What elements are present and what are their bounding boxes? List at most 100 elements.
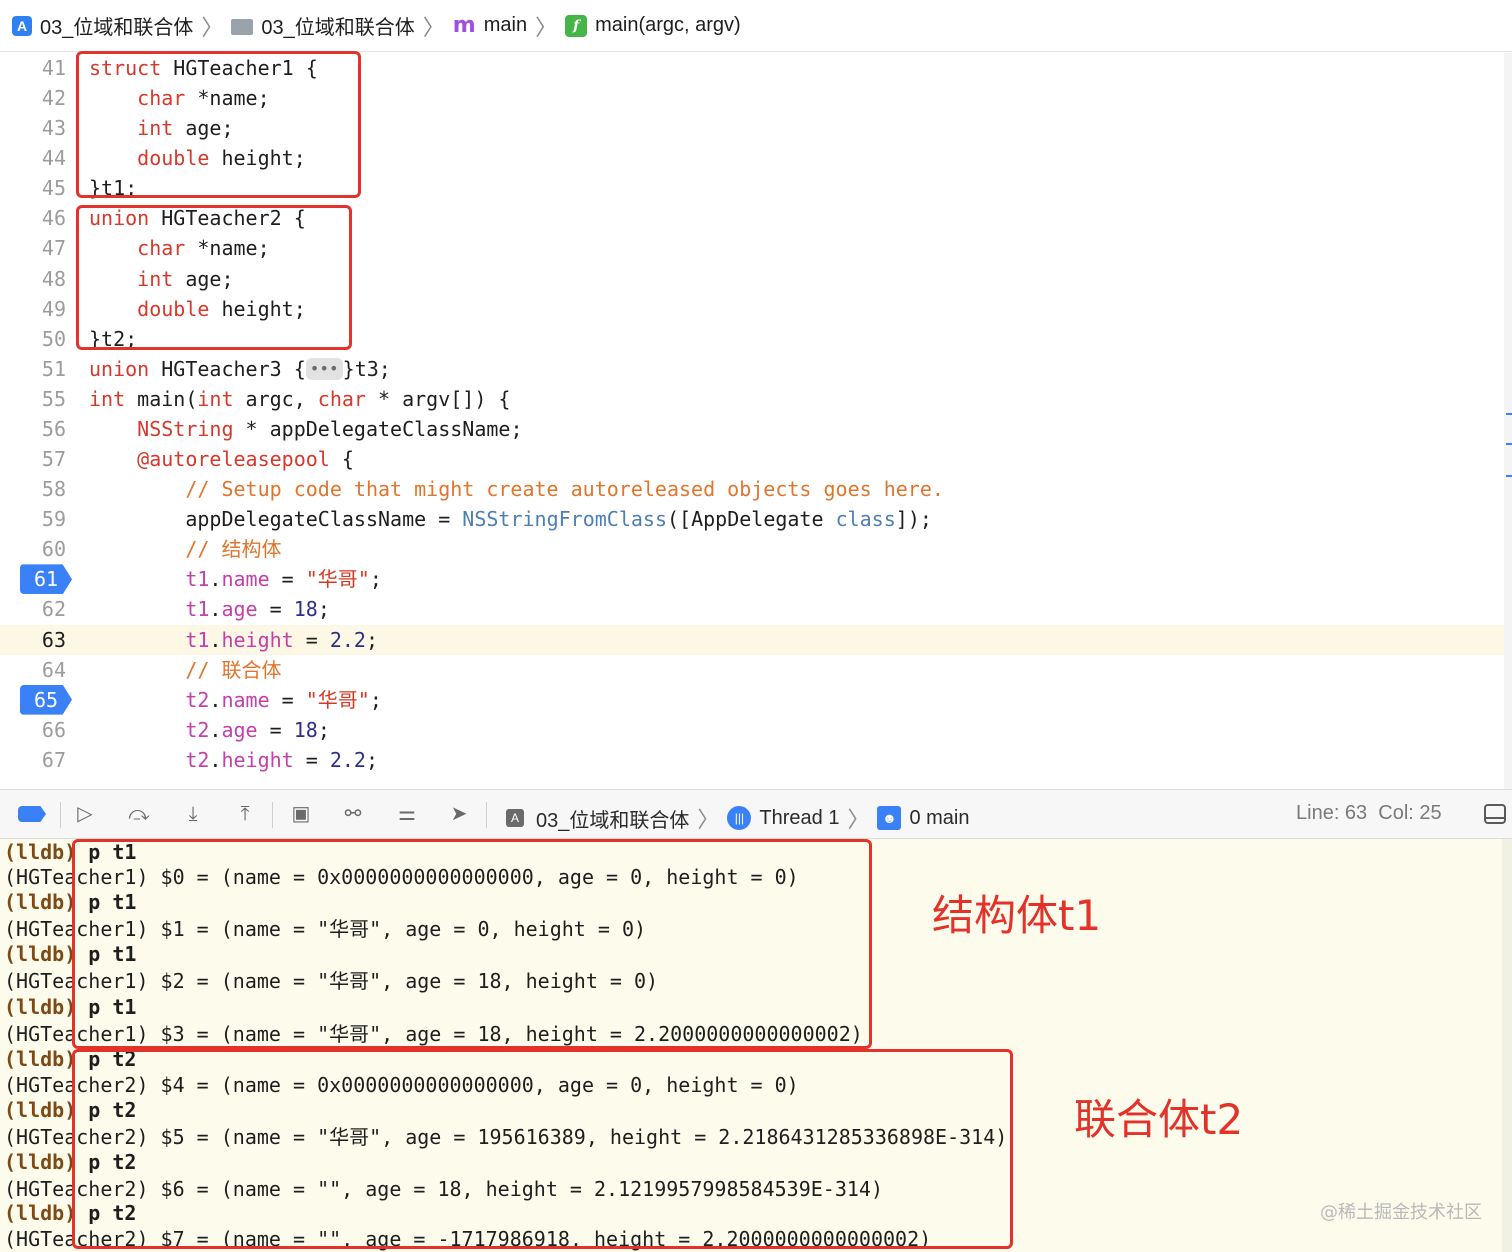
view-hierarchy-icon[interactable]: ▣	[288, 803, 314, 825]
environment-overrides-icon[interactable]: ⚌	[394, 803, 420, 825]
line-number[interactable]: 48	[0, 264, 66, 294]
step-out-icon[interactable]: ⤒	[232, 803, 258, 825]
code-line[interactable]: 56 NSString * appDelegateClassName;	[0, 414, 1504, 444]
line-number[interactable]: 64	[0, 655, 66, 685]
code-line[interactable]: 60 // 结构体	[0, 534, 1504, 564]
union-output-highlight-box	[72, 1049, 1013, 1249]
debug-thread-label[interactable]: Thread 1	[759, 807, 839, 830]
app-target-icon: A	[506, 809, 524, 827]
code-line[interactable]: 65 t2.name = "华哥";	[0, 684, 1504, 715]
debug-frame-label[interactable]: 0 main	[909, 807, 969, 830]
code-text: t1.age = 18;	[185, 597, 330, 622]
thread-icon: |||	[727, 806, 752, 830]
code-text: appDelegateClassName = NSStringFromClass…	[89, 507, 932, 532]
line-number[interactable]: 66	[0, 715, 66, 745]
debug-bar: ▷ ⤼ ⤓ ⤒ ▣ ⚯ ⚌ ➤ A 03_位域和联合体 〉 ||| Thread…	[0, 789, 1512, 839]
line-number[interactable]: 51	[0, 354, 66, 384]
code-line[interactable]: 63 t1.height = 2.2;	[0, 624, 1504, 655]
continue-icon[interactable]: ▷	[72, 803, 98, 825]
stack-frame-icon: ☻	[877, 806, 902, 830]
code-text: t1.height = 2.2;	[185, 627, 379, 652]
line-number[interactable]: 43	[0, 113, 66, 143]
breadcrumb-file[interactable]: m main	[453, 13, 527, 38]
breadcrumb-folder[interactable]: 03_位域和联合体	[231, 11, 415, 40]
breakpoints-toggle-icon[interactable]	[18, 806, 46, 822]
code-line[interactable]: 55 int main(int argc, char * argv[]) {	[0, 384, 1504, 414]
lldb-prompt: (lldb)	[4, 1150, 77, 1174]
line-number[interactable]: 47	[0, 233, 66, 263]
toolbar-divider	[272, 802, 273, 828]
line-number[interactable]: 59	[0, 504, 66, 534]
step-over-icon[interactable]: ⤼	[126, 803, 152, 825]
line-number[interactable]: 41	[0, 53, 66, 83]
line-number[interactable]: 60	[0, 534, 66, 564]
line-number[interactable]: 56	[0, 414, 66, 444]
union-highlight-box	[76, 205, 352, 350]
objc-file-icon: m	[452, 13, 476, 38]
function-icon: f	[565, 14, 588, 37]
code-text: // Setup code that might create autorele…	[185, 477, 944, 502]
code-line[interactable]: 64 // 联合体	[0, 655, 1504, 685]
code-line[interactable]: 51 union HGTeacher3 {•••}t3;	[0, 354, 1504, 384]
breakpoint-marker[interactable]: 65	[20, 684, 72, 715]
breadcrumb-project[interactable]: A 03_位域和联合体	[12, 11, 193, 40]
struct-annotation: 结构体t1	[932, 891, 1102, 940]
lldb-prompt: (lldb)	[4, 942, 77, 966]
line-number[interactable]: 67	[0, 745, 66, 775]
chevron-right-icon: 〉	[422, 14, 445, 40]
line-number[interactable]: 44	[0, 143, 66, 173]
code-text: int main(int argc, char * argv[]) {	[89, 386, 511, 411]
code-line[interactable]: 57 @autoreleasepool {	[0, 444, 1504, 474]
step-into-icon[interactable]: ⤓	[180, 803, 206, 825]
toolbar-divider	[60, 802, 61, 828]
breadcrumb-file-label: main	[483, 14, 528, 36]
toggle-console-icon[interactable]	[1484, 804, 1506, 824]
code-line[interactable]: 58 // Setup code that might create autor…	[0, 474, 1504, 504]
scroll-marker	[1506, 413, 1512, 415]
code-text: // 联合体	[185, 657, 282, 682]
code-text: union HGTeacher3 {•••}t3;	[89, 356, 391, 381]
code-text: t2.age = 18;	[185, 717, 330, 742]
lldb-prompt: (lldb)	[4, 1098, 77, 1122]
breadcrumb-function[interactable]: f main(argc, argv)	[565, 14, 741, 37]
line-number[interactable]: 58	[0, 474, 66, 504]
line-number[interactable]: 57	[0, 444, 66, 474]
app-target-icon: A	[12, 15, 32, 36]
line-number[interactable]: 49	[0, 294, 66, 324]
debug-target-label[interactable]: 03_位域和联合体	[536, 804, 689, 833]
code-line[interactable]: 59 appDelegateClassName = NSStringFromCl…	[0, 504, 1504, 534]
lldb-prompt: (lldb)	[4, 1047, 77, 1071]
scroll-marker	[1506, 475, 1512, 477]
code-line[interactable]: 66 t2.age = 18;	[0, 715, 1504, 745]
code-text: @autoreleasepool {	[137, 447, 354, 472]
cursor-position: Line: 63 Col: 25	[1296, 802, 1442, 824]
watermark: @稀土掘金技术社区	[1320, 1202, 1482, 1223]
chevron-right-icon: 〉	[201, 14, 224, 40]
lldb-prompt: (lldb)	[4, 840, 77, 864]
lldb-prompt: (lldb)	[4, 890, 77, 914]
breadcrumb-project-label: 03_位域和联合体	[40, 17, 194, 39]
memory-graph-icon[interactable]: ⚯	[340, 803, 366, 825]
editor-scrollbar[interactable]	[1504, 53, 1512, 789]
chevron-right-icon: 〉	[697, 807, 720, 832]
debug-breadcrumb: A 03_位域和联合体 〉 ||| Thread 1 〉 ☻ 0 main	[506, 802, 970, 834]
line-number[interactable]: 45	[0, 173, 66, 203]
line-number[interactable]: 63	[0, 625, 66, 655]
line-number[interactable]: 55	[0, 384, 66, 414]
breakpoint-marker[interactable]: 61	[20, 564, 72, 595]
line-number[interactable]: 62	[0, 594, 66, 624]
line-number[interactable]: 42	[0, 83, 66, 113]
console-scrollbar[interactable]	[1502, 839, 1512, 1252]
breadcrumb-function-label: main(argc, argv)	[595, 14, 741, 36]
scroll-marker	[1506, 443, 1512, 445]
union-annotation: 联合体t2	[1074, 1095, 1244, 1144]
code-line[interactable]: 67 t2.height = 2.2;	[0, 745, 1504, 775]
lldb-prompt: (lldb)	[4, 1201, 77, 1225]
code-line[interactable]: 62 t1.age = 18;	[0, 594, 1504, 624]
simulate-location-icon[interactable]: ➤	[446, 803, 472, 825]
line-number[interactable]: 46	[0, 203, 66, 233]
code-text: t2.name = "华哥";	[185, 687, 382, 712]
code-line[interactable]: 61 t1.name = "华哥";	[0, 564, 1504, 595]
line-number[interactable]: 50	[0, 324, 66, 354]
toolbar-divider	[486, 802, 487, 828]
